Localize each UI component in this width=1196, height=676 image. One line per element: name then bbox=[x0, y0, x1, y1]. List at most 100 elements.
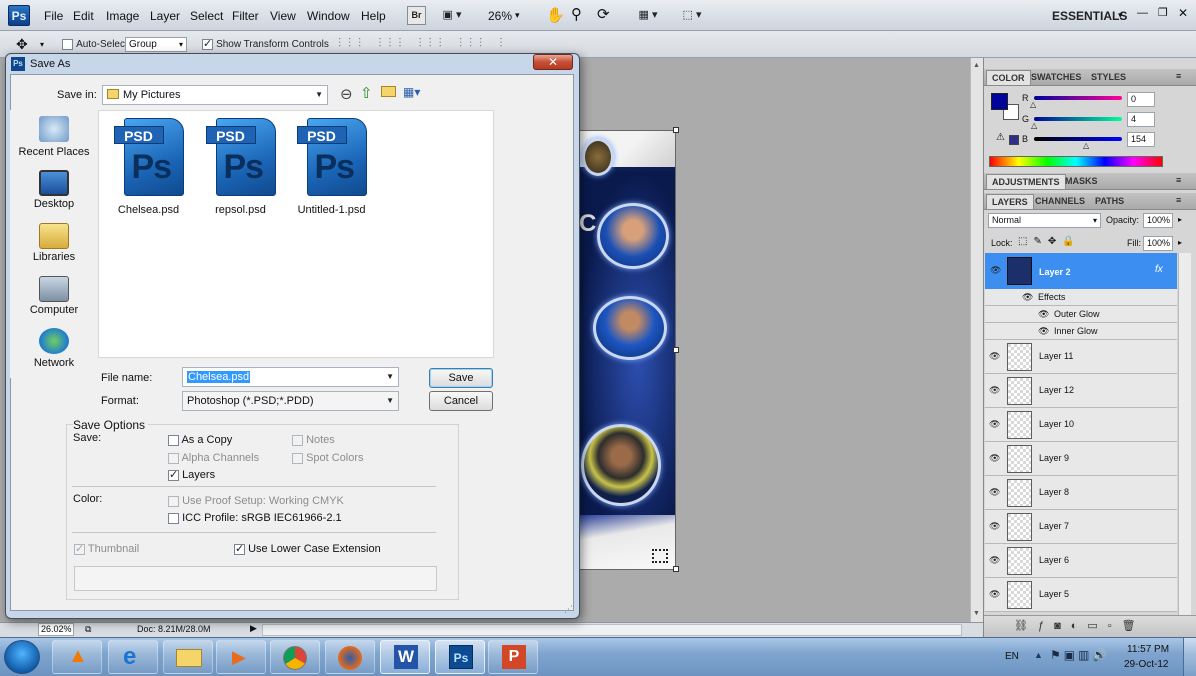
tab-paths[interactable]: PATHS bbox=[1090, 194, 1129, 209]
horizontal-scrollbar[interactable] bbox=[262, 624, 962, 636]
eye-icon[interactable]: 👁 bbox=[1022, 292, 1033, 303]
eye-icon[interactable]: 👁 bbox=[989, 487, 1001, 497]
eye-icon[interactable]: 👁 bbox=[1038, 326, 1049, 337]
auto-select-dropdown[interactable]: Group ▾ bbox=[125, 37, 187, 52]
eye-icon[interactable]: 👁 bbox=[989, 521, 1001, 531]
zoom-tool-icon[interactable]: ⚲ bbox=[571, 5, 582, 23]
effects-row[interactable]: 👁 Effects bbox=[985, 289, 1177, 306]
as-a-copy-checkbox[interactable] bbox=[168, 434, 179, 446]
vertical-scrollbar[interactable] bbox=[970, 58, 983, 623]
chrome-icon[interactable] bbox=[270, 640, 320, 674]
panel-menu-icon[interactable]: ≡ bbox=[1176, 175, 1181, 185]
layers-scrollbar[interactable] bbox=[1178, 253, 1191, 615]
back-arrow-icon[interactable]: ⊖ bbox=[340, 85, 353, 103]
computer-icon[interactable] bbox=[39, 276, 69, 302]
tray-expand-icon[interactable]: ▲ bbox=[1034, 650, 1043, 660]
layer-row[interactable]: 👁 Layer 12 bbox=[985, 374, 1177, 408]
explorer-folder-icon[interactable] bbox=[163, 640, 213, 674]
lock-options-icons[interactable]: ⬚✎✥🔒 bbox=[1018, 236, 1081, 247]
save-in-dropdown[interactable]: My Pictures ▼ bbox=[102, 85, 328, 105]
layer-name[interactable]: Layer 2 bbox=[1039, 267, 1071, 277]
foreground-color-swatch[interactable] bbox=[991, 93, 1008, 110]
file-item[interactable]: PSD Ps Chelsea.psd bbox=[101, 118, 196, 216]
restore-icon[interactable]: ❐ bbox=[1158, 6, 1168, 19]
tray-icons[interactable]: ⚑▣▥🔊 bbox=[1050, 648, 1110, 662]
auto-select-checkbox[interactable] bbox=[62, 38, 73, 50]
start-button[interactable] bbox=[4, 640, 40, 674]
cancel-button[interactable]: Cancel bbox=[429, 391, 493, 411]
computer-label[interactable]: Computer bbox=[9, 304, 99, 316]
clock-date[interactable]: 29-Oct-12 bbox=[1124, 659, 1168, 670]
as-a-copy-option[interactable]: As a Copy bbox=[168, 434, 232, 446]
menu-edit[interactable]: Edit bbox=[73, 9, 94, 23]
fill-slider-icon[interactable]: ▸ bbox=[1178, 238, 1182, 247]
libraries-icon[interactable] bbox=[39, 223, 69, 249]
up-folder-icon[interactable]: ⇧ bbox=[360, 84, 373, 102]
eye-icon[interactable]: 👁 bbox=[989, 589, 1001, 599]
status-preview-icon[interactable]: ⧉ bbox=[85, 624, 91, 635]
green-slider[interactable] bbox=[1034, 117, 1122, 121]
menu-layer[interactable]: Layer bbox=[150, 9, 180, 23]
out-of-gamut-warning-icon[interactable]: ⚠ bbox=[996, 132, 1005, 143]
menu-view[interactable]: View bbox=[270, 9, 296, 23]
hand-tool-icon[interactable]: ✋ bbox=[546, 6, 565, 24]
show-desktop-button[interactable] bbox=[1183, 638, 1196, 676]
photoshop-logo[interactable]: Ps bbox=[8, 5, 30, 26]
recent-places-label[interactable]: Recent Places bbox=[9, 146, 99, 158]
layer-row[interactable]: 👁 Layer 8 bbox=[985, 476, 1177, 510]
eye-icon[interactable]: 👁 bbox=[989, 555, 1001, 565]
icc-profile-option[interactable]: ICC Profile: sRGB IEC61966-2.1 bbox=[168, 512, 342, 524]
tab-masks[interactable]: MASKS bbox=[1060, 174, 1103, 189]
lower-case-extension-option[interactable]: Use Lower Case Extension bbox=[234, 542, 381, 555]
blue-slider[interactable] bbox=[1034, 137, 1122, 141]
desktop-label[interactable]: Desktop bbox=[9, 198, 99, 210]
file-name-input[interactable]: Chelsea.psd ▼ bbox=[182, 367, 399, 387]
layer-row[interactable]: 👁 Layer 7 bbox=[985, 510, 1177, 544]
opacity-field[interactable]: 100% bbox=[1143, 213, 1173, 228]
resize-grip-icon[interactable]: ⋰ bbox=[564, 604, 573, 615]
arrange-documents-icon[interactable]: ▦ ▾ bbox=[632, 6, 664, 25]
effect-row-inner-glow[interactable]: 👁 Inner Glow bbox=[985, 323, 1177, 340]
color-spectrum-ramp[interactable] bbox=[989, 156, 1163, 167]
status-menu-icon[interactable]: ▶ bbox=[250, 623, 257, 634]
layer-row[interactable]: 👁 Layer 11 bbox=[985, 340, 1177, 374]
menu-file[interactable]: File bbox=[44, 9, 63, 23]
move-tool-icon[interactable]: ✥ bbox=[16, 36, 28, 53]
show-transform-option[interactable]: Show Transform Controls bbox=[202, 37, 329, 50]
lower-case-extension-checkbox[interactable] bbox=[234, 542, 245, 555]
word-icon[interactable]: W bbox=[380, 640, 430, 674]
powerpoint-icon[interactable]: P bbox=[488, 640, 538, 674]
tab-channels[interactable]: CHANNELS bbox=[1030, 194, 1090, 209]
zoom-level-select[interactable]: 26% bbox=[488, 9, 512, 23]
red-value-field[interactable]: 0 bbox=[1127, 92, 1155, 107]
slider-marker-icon[interactable]: △ bbox=[1083, 141, 1089, 150]
menu-image[interactable]: Image bbox=[106, 9, 139, 23]
document-canvas[interactable]: C bbox=[578, 130, 676, 570]
layers-checkbox[interactable] bbox=[168, 468, 179, 481]
blue-value-field[interactable]: 154 bbox=[1127, 132, 1155, 147]
eye-icon[interactable]: 👁 bbox=[990, 265, 1002, 275]
file-item[interactable]: PSD Ps repsol.psd bbox=[193, 118, 288, 216]
firefox-icon[interactable] bbox=[325, 640, 375, 674]
menu-window[interactable]: Window bbox=[307, 9, 350, 23]
layer-row[interactable]: 👁 Layer 6 bbox=[985, 544, 1177, 578]
align-distribute-icons[interactable]: ⫶⫶⫶ ⫶⫶⫶ ⫶⫶⫶ ⫶⫶⫶ ⫶ bbox=[338, 36, 618, 52]
tab-layers[interactable]: LAYERS bbox=[986, 194, 1034, 209]
green-value-field[interactable]: 4 bbox=[1127, 112, 1155, 127]
format-dropdown[interactable]: Photoshop (*.PSD;*.PDD) ▼ bbox=[182, 391, 399, 411]
file-item[interactable]: PSD Ps Untitled-1.psd bbox=[284, 118, 379, 216]
effect-row-outer-glow[interactable]: 👁 Outer Glow bbox=[985, 306, 1177, 323]
transform-handle[interactable] bbox=[673, 347, 679, 353]
show-transform-checkbox[interactable] bbox=[202, 37, 213, 50]
layers-option[interactable]: Layers bbox=[168, 468, 215, 481]
red-slider[interactable] bbox=[1034, 96, 1122, 100]
workspace-switcher[interactable]: ESSENTIALS bbox=[1052, 9, 1127, 23]
auto-select-option[interactable]: Auto-Select: bbox=[62, 38, 131, 50]
eye-icon[interactable]: 👁 bbox=[989, 419, 1001, 429]
media-player-icon[interactable]: ▶ bbox=[216, 640, 266, 674]
opacity-slider-icon[interactable]: ▸ bbox=[1178, 215, 1182, 224]
view-extras-icon[interactable]: ▣ ▾ bbox=[437, 6, 467, 25]
slider-marker-icon[interactable]: △ bbox=[1031, 121, 1037, 130]
internet-explorer-icon[interactable]: e bbox=[108, 640, 158, 674]
transform-handle[interactable] bbox=[673, 566, 679, 572]
